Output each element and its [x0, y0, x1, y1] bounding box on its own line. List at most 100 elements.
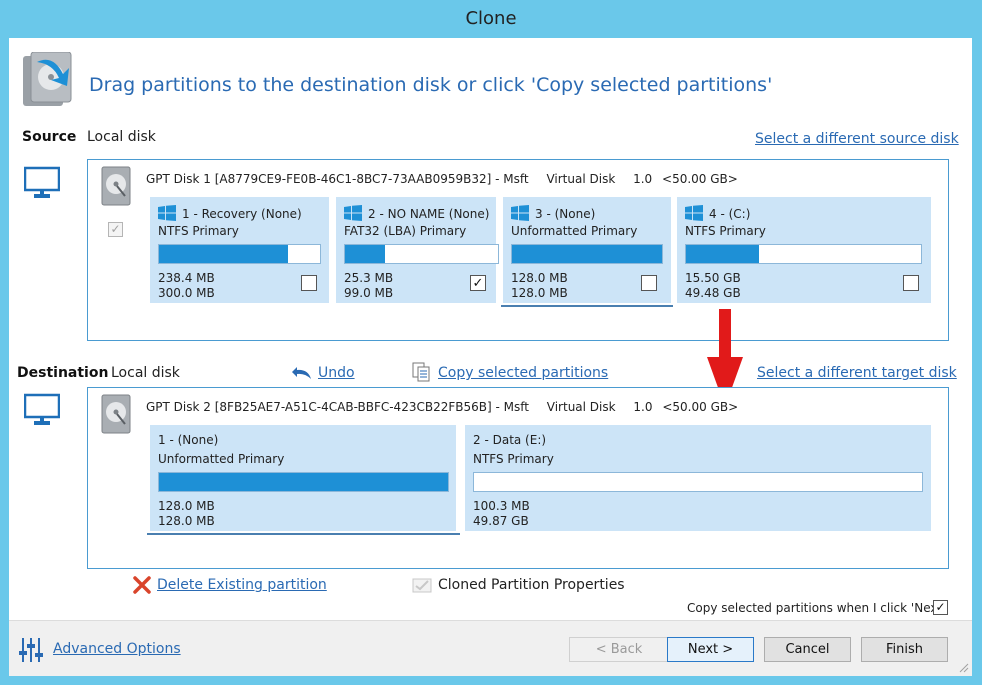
partition-used: 25.3 MB — [344, 271, 394, 285]
destination-partition-2[interactable]: 2 - Data (E:) NTFS Primary 100.3 MB 49.87… — [465, 425, 931, 531]
source-disk-panel: ✓ GPT Disk 1 [A8779CE9-FE0B-46C1-8BC7-73… — [87, 159, 949, 341]
partition-selection-underline — [147, 533, 460, 535]
destination-disk-name: GPT Disk 2 [8FB25AE7-A51C-4CAB-BBFC-423C… — [146, 400, 529, 414]
partition-used: 100.3 MB — [473, 499, 530, 513]
destination-hdd-icon — [101, 394, 131, 434]
source-partition-4[interactable]: 4 - (C:) NTFS Primary 15.50 GB 49.48 GB — [677, 197, 931, 303]
partition-used: 15.50 GB — [685, 271, 741, 285]
partition-checkbox[interactable]: ✓ — [470, 275, 486, 291]
next-button[interactable]: Next > — [667, 637, 754, 662]
undo-link[interactable]: Undo — [318, 365, 355, 381]
delete-existing-partition-link[interactable]: Delete Existing partition — [157, 577, 327, 593]
partition-type: NTFS Primary — [473, 452, 554, 466]
source-disk-kind: Virtual Disk — [546, 172, 616, 186]
partition-total: 128.0 MB — [511, 286, 568, 300]
source-hdd-icon — [101, 166, 131, 206]
partition-selection-underline — [501, 305, 673, 307]
partition-total: 49.87 GB — [473, 514, 529, 528]
destination-disk-panel: GPT Disk 2 [8FB25AE7-A51C-4CAB-BBFC-423C… — [87, 387, 949, 569]
partition-sizes: 128.0 MB 128.0 MB — [511, 271, 568, 301]
partition-type: NTFS Primary — [685, 224, 766, 238]
source-disk-version: 1.0 — [633, 172, 653, 186]
partition-total: 128.0 MB — [158, 514, 215, 528]
destination-disk-type: Local disk — [111, 365, 180, 381]
source-disk-info: GPT Disk 1 [A8779CE9-FE0B-46C1-8BC7-73AA… — [146, 172, 752, 186]
advanced-options-sliders-icon[interactable] — [18, 637, 44, 663]
destination-monitor-icon — [24, 393, 60, 425]
partition-checkbox[interactable] — [301, 275, 317, 291]
partition-used: 238.4 MB — [158, 271, 215, 285]
clone-disk-icon — [23, 52, 72, 106]
windows-logo-icon — [158, 205, 176, 221]
partition-type: Unformatted Primary — [511, 224, 638, 238]
resize-grip-icon[interactable] — [957, 661, 969, 673]
partition-type: NTFS Primary — [158, 224, 239, 238]
source-disk-type: Local disk — [87, 129, 156, 145]
usage-fill — [159, 245, 288, 263]
partition-properties-icon — [412, 578, 432, 593]
partition-name: 1 - (None) — [158, 433, 219, 447]
window-title: Clone — [465, 8, 517, 29]
destination-disk-size: <50.00 GB> — [662, 400, 739, 414]
partition-checkbox[interactable] — [903, 275, 919, 291]
source-disk-checkbox[interactable]: ✓ — [108, 222, 123, 237]
source-disk-name: GPT Disk 1 [A8779CE9-FE0B-46C1-8BC7-73AA… — [146, 172, 529, 186]
select-target-disk-link[interactable]: Select a different target disk — [757, 365, 957, 381]
clone-window: Clone Drag partitions to the destination… — [0, 0, 982, 685]
partition-usage-bar — [344, 244, 499, 264]
windows-logo-icon — [344, 205, 362, 221]
cloned-partition-properties: Cloned Partition Properties — [438, 577, 625, 593]
partition-name: 3 - (None) — [535, 207, 596, 221]
copy-on-next-checkbox[interactable]: ✓ — [933, 600, 948, 615]
cancel-button[interactable]: Cancel — [764, 637, 851, 662]
partition-sizes: 238.4 MB 300.0 MB — [158, 271, 215, 301]
partition-type: FAT32 (LBA) Primary — [344, 224, 467, 238]
client-area: Drag partitions to the destination disk … — [9, 38, 972, 676]
partition-total: 99.0 MB — [344, 286, 394, 300]
partition-checkbox[interactable] — [641, 275, 657, 291]
finish-button[interactable]: Finish — [861, 637, 948, 662]
copy-on-next-label: Copy selected partitions when I click 'N… — [687, 601, 946, 615]
partition-sizes: 25.3 MB 99.0 MB — [344, 271, 393, 301]
partition-used: 128.0 MB — [511, 271, 568, 285]
undo-icon[interactable] — [291, 365, 313, 381]
copy-icon[interactable] — [412, 362, 432, 382]
partition-type: Unformatted Primary — [158, 452, 285, 466]
partition-title: 4 - (C:) — [685, 205, 750, 221]
source-partition-1[interactable]: 1 - Recovery (None) NTFS Primary 238.4 M… — [150, 197, 329, 303]
partition-sizes: 128.0 MB 128.0 MB — [158, 499, 215, 529]
partition-usage-bar — [158, 244, 321, 264]
back-button[interactable]: < Back — [569, 637, 669, 662]
partition-title: 1 - Recovery (None) — [158, 205, 302, 221]
partition-usage-bar — [685, 244, 922, 264]
partition-name: 2 - NO NAME (None) — [368, 207, 490, 221]
source-label: Source — [22, 129, 77, 145]
partition-name: 4 - (C:) — [709, 207, 751, 221]
partition-used: 128.0 MB — [158, 499, 215, 513]
destination-disk-version: 1.0 — [633, 400, 653, 414]
footer-bar: Advanced Options < Back Next > Cancel Fi… — [9, 620, 972, 676]
delete-x-icon[interactable] — [133, 576, 151, 594]
source-partition-3[interactable]: 3 - (None) Unformatted Primary 128.0 MB 1… — [503, 197, 671, 303]
partition-total: 49.48 GB — [685, 286, 741, 300]
source-partition-2[interactable]: 2 - NO NAME (None) FAT32 (LBA) Primary 2… — [336, 197, 499, 303]
destination-label: Destination — [17, 365, 109, 381]
source-disk-size: <50.00 GB> — [662, 172, 738, 186]
partition-usage-bar — [511, 244, 663, 264]
partition-usage-bar — [473, 472, 923, 492]
copy-selected-partitions-link[interactable]: Copy selected partitions — [438, 365, 608, 381]
select-source-disk-link[interactable]: Select a different source disk — [755, 131, 959, 147]
partition-name: 1 - Recovery (None) — [182, 207, 302, 221]
source-monitor-icon — [24, 166, 60, 198]
partition-total: 300.0 MB — [158, 286, 215, 300]
usage-fill — [345, 245, 385, 263]
windows-logo-icon — [685, 205, 703, 221]
partition-title: 3 - (None) — [511, 205, 595, 221]
windows-logo-icon — [511, 205, 529, 221]
destination-disk-kind: Virtual Disk — [546, 400, 616, 414]
advanced-options-link[interactable]: Advanced Options — [53, 641, 181, 657]
usage-fill — [512, 245, 662, 263]
partition-sizes: 15.50 GB 49.48 GB — [685, 271, 741, 301]
partition-title: 2 - NO NAME (None) — [344, 205, 489, 221]
destination-partition-1[interactable]: 1 - (None) Unformatted Primary 128.0 MB 1… — [150, 425, 456, 531]
